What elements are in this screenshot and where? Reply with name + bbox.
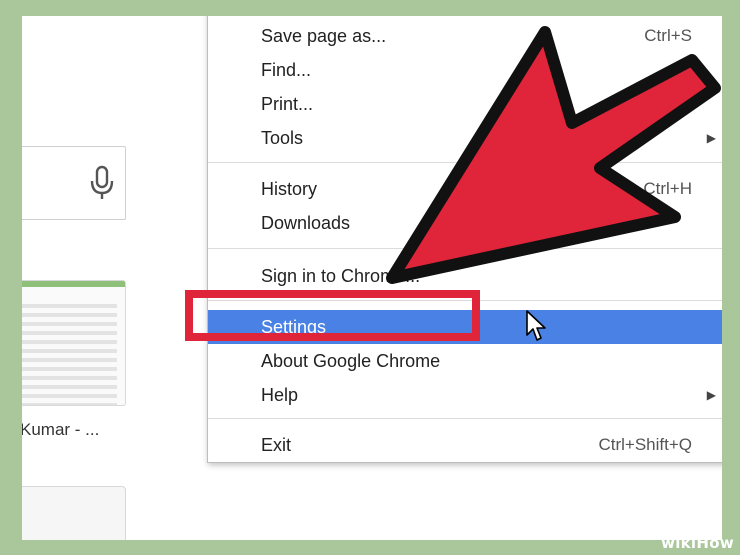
arrow-icon: [386, 26, 721, 284]
wikihow-watermark: wikiHow: [661, 534, 734, 552]
